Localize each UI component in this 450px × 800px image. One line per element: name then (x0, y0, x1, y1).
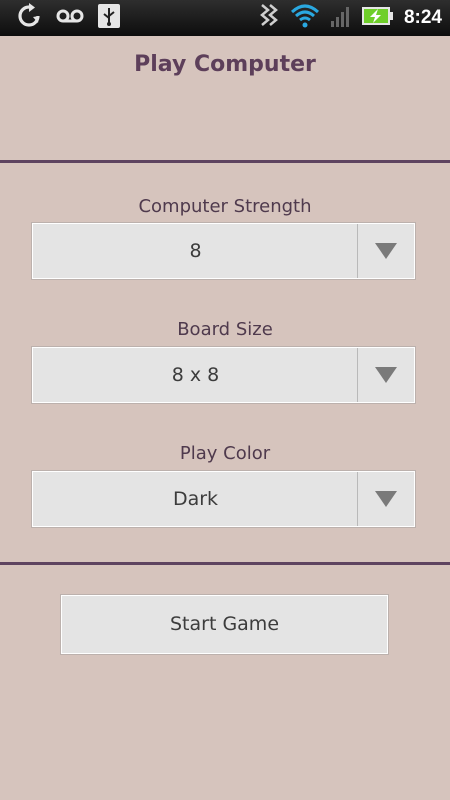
signal-icon (330, 4, 352, 32)
dropdown-arrow-icon (375, 367, 397, 383)
battery-charging-icon (361, 6, 394, 30)
dropdown-arrow-icon (375, 491, 397, 507)
dropdown-arrow-icon (375, 243, 397, 259)
vibrate-icon (258, 3, 280, 33)
sync-icon (16, 3, 42, 33)
strength-dropdown-button[interactable] (357, 224, 414, 278)
strength-value: 8 (189, 240, 202, 262)
board-size-value: 8 x 8 (171, 364, 220, 386)
board-size-label: Board Size (177, 319, 273, 340)
play-color-value: Dark (172, 488, 219, 510)
status-bar: 8:24 (0, 0, 450, 36)
bottom-divider (0, 562, 450, 565)
status-time: 8:24 (403, 7, 442, 28)
strength-label: Computer Strength (138, 196, 312, 217)
wifi-icon (290, 4, 320, 32)
top-divider (0, 160, 450, 163)
usb-icon (98, 4, 120, 32)
start-game-button[interactable]: Start Game (61, 595, 388, 654)
play-color-spinner[interactable]: Dark (32, 471, 415, 527)
board-size-dropdown-button[interactable] (357, 348, 414, 402)
page-title: Play Computer (134, 52, 316, 77)
voicemail-icon (56, 8, 84, 28)
play-color-dropdown-button[interactable] (357, 472, 414, 526)
play-color-label: Play Color (179, 443, 271, 464)
board-size-spinner[interactable]: 8 x 8 (32, 347, 415, 403)
strength-spinner[interactable]: 8 (32, 223, 415, 279)
